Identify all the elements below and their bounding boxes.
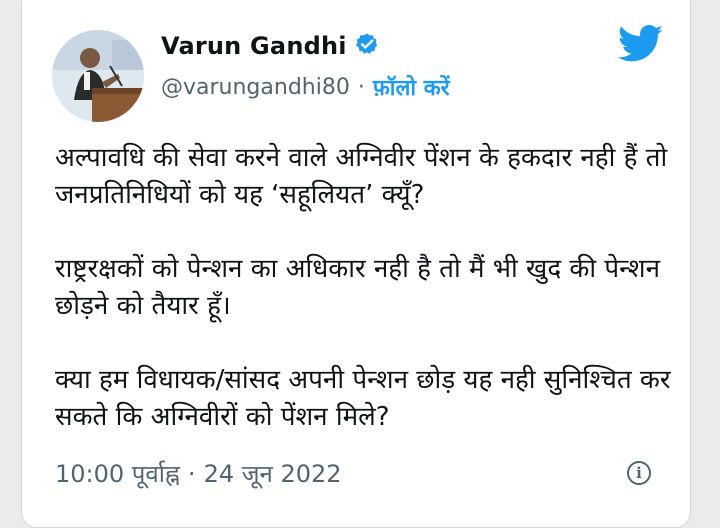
twitter-bird-icon[interactable] xyxy=(617,25,664,67)
follow-button[interactable]: फ़ॉलो करें xyxy=(373,72,450,102)
handle-separator: · xyxy=(357,74,365,100)
avatar[interactable] xyxy=(52,30,144,122)
tweet-paragraph: अल्पावधि की सेवा करने वाले अग्निवीर पेंश… xyxy=(55,143,668,210)
tweet-paragraph: राष्ट्ररक्षकों को पेन्शन का अधिकार नही ह… xyxy=(55,254,661,321)
tweet-date[interactable]: 24 जून 2022 xyxy=(204,457,342,490)
author-handle[interactable]: @varungandhi80 xyxy=(161,75,350,100)
author-name-row: Varun Gandhi xyxy=(161,32,379,60)
tweet-meta: 10:00 पूर्वाह्न · 24 जून 2022 xyxy=(55,457,342,490)
meta-separator: · xyxy=(187,459,196,488)
info-icon[interactable]: i xyxy=(627,461,651,485)
tweet-paragraph: क्या हम विधायक/सांसद अपनी पेन्शन छोड़ यह… xyxy=(55,365,671,432)
author-handle-row: @varungandhi80 · फ़ॉलो करें xyxy=(161,72,450,102)
tweet-time[interactable]: 10:00 पूर्वाह्न xyxy=(55,457,180,490)
verified-badge-icon xyxy=(355,32,379,60)
author-name[interactable]: Varun Gandhi xyxy=(161,32,347,60)
tweet-text: अल्पावधि की सेवा करने वाले अग्निवीर पेंश… xyxy=(55,140,675,473)
